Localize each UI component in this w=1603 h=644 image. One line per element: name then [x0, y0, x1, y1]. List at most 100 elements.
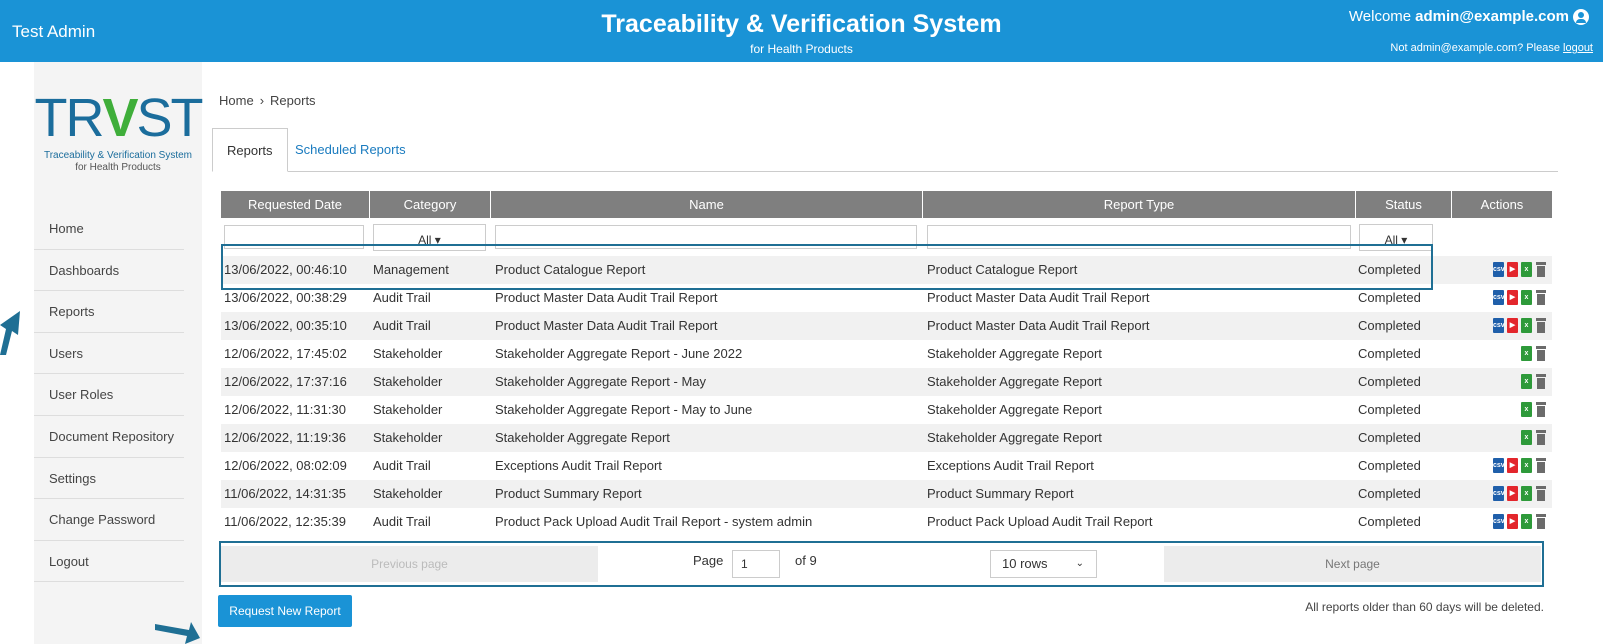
excel-download-icon[interactable]: x — [1521, 346, 1532, 361]
cell-category: Stakeholder — [373, 430, 443, 445]
csv-download-icon[interactable]: csv — [1493, 486, 1505, 501]
breadcrumb-current: Reports — [270, 93, 316, 108]
cell-category: Audit Trail — [373, 458, 431, 473]
excel-download-icon[interactable]: x — [1521, 486, 1532, 501]
excel-download-icon[interactable]: x — [1521, 374, 1532, 389]
not-user-prefix: Not admin@example.com? Please — [1390, 42, 1560, 54]
excel-download-icon[interactable]: x — [1521, 430, 1532, 445]
request-new-report-button[interactable]: Request New Report — [218, 595, 352, 627]
excel-download-icon[interactable]: x — [1521, 402, 1532, 417]
pdf-download-icon[interactable]: ▶ — [1507, 514, 1518, 529]
delete-trash-icon[interactable] — [1535, 346, 1547, 361]
cell-status: Completed — [1358, 262, 1421, 277]
delete-trash-icon[interactable] — [1535, 318, 1547, 333]
sidebar-item-reports[interactable]: Reports — [34, 291, 184, 333]
pdf-download-icon[interactable]: ▶ — [1507, 262, 1518, 277]
csv-download-icon[interactable]: csv — [1493, 262, 1505, 277]
csv-download-icon[interactable]: csv — [1493, 514, 1505, 529]
cell-report-type: Product Master Data Audit Trail Report — [927, 290, 1150, 305]
delete-trash-icon[interactable] — [1535, 486, 1547, 501]
row-actions: csv ▶ x — [1461, 458, 1547, 473]
column-header-status[interactable]: Status — [1356, 191, 1451, 218]
pdf-download-icon[interactable]: ▶ — [1507, 290, 1518, 305]
filter-row: All ▾ All ▾ — [221, 218, 1552, 256]
column-header-report-type[interactable]: Report Type — [923, 191, 1355, 218]
top-header-bar: Test Admin Traceability & Verification S… — [0, 0, 1603, 62]
delete-trash-icon[interactable] — [1535, 514, 1547, 529]
sidebar-item-settings[interactable]: Settings — [34, 458, 184, 500]
cell-requested-date: 12/06/2022, 17:37:16 — [224, 374, 347, 389]
excel-download-icon[interactable]: x — [1521, 290, 1532, 305]
row-actions: x — [1461, 374, 1547, 389]
csv-download-icon[interactable]: csv — [1493, 458, 1505, 473]
sidebar-item-home[interactable]: Home — [34, 208, 184, 250]
delete-trash-icon[interactable] — [1535, 458, 1547, 473]
delete-trash-icon[interactable] — [1535, 430, 1547, 445]
delete-trash-icon[interactable] — [1535, 374, 1547, 389]
pdf-download-icon[interactable]: ▶ — [1507, 318, 1518, 333]
cell-status: Completed — [1358, 430, 1421, 445]
status-filter-select[interactable]: All ▾ — [1359, 224, 1433, 251]
user-icon[interactable] — [1573, 8, 1589, 25]
cell-status: Completed — [1358, 318, 1421, 333]
rows-per-page-select[interactable]: 10 rows ⌄ — [990, 550, 1097, 578]
welcome-prefix: Welcome — [1348, 8, 1412, 25]
logout-link[interactable]: logout — [1563, 42, 1593, 54]
column-header-category[interactable]: Category — [370, 191, 490, 218]
previous-page-button[interactable]: Previous page — [221, 546, 598, 582]
date-filter-input[interactable] — [224, 225, 364, 249]
page-number-input[interactable]: 1 — [732, 550, 780, 578]
sidebar-item-user-roles[interactable]: User Roles — [34, 374, 184, 416]
sidebar-item-document-repository[interactable]: Document Repository — [34, 416, 184, 458]
cell-report-type: Stakeholder Aggregate Report — [927, 402, 1102, 417]
chevron-down-icon: ⌄ — [1075, 558, 1084, 569]
category-filter-select[interactable]: All ▾ — [373, 224, 486, 251]
tab-scheduled-reports[interactable]: Scheduled Reports — [281, 128, 420, 172]
sidebar-item-dashboards[interactable]: Dashboards — [34, 250, 184, 292]
logo-tagline-sub: for Health Products — [75, 162, 161, 173]
cell-name: Product Pack Upload Audit Trail Report -… — [495, 514, 813, 529]
next-page-button[interactable]: Next page — [1164, 546, 1541, 582]
sidebar-item-logout[interactable]: Logout — [34, 541, 184, 583]
table-row: 12/06/2022, 17:45:02 Stakeholder Stakehold… — [221, 340, 1552, 368]
cell-name: Product Master Data Audit Trail Report — [495, 318, 718, 333]
delete-trash-icon[interactable] — [1535, 290, 1547, 305]
delete-trash-icon[interactable] — [1535, 262, 1547, 277]
welcome-user: admin@example.com — [1415, 8, 1569, 25]
rows-per-page-value: 10 rows — [1002, 556, 1048, 571]
cell-requested-date: 12/06/2022, 11:31:30 — [224, 402, 346, 417]
cell-category: Stakeholder — [373, 374, 443, 389]
pdf-download-icon[interactable]: ▶ — [1507, 486, 1518, 501]
sidebar-item-change-password[interactable]: Change Password — [34, 499, 184, 541]
pdf-download-icon[interactable]: ▶ — [1507, 458, 1518, 473]
excel-download-icon[interactable]: x — [1521, 514, 1532, 529]
cell-status: Completed — [1358, 514, 1421, 529]
sidebar-item-users[interactable]: Users — [34, 333, 184, 375]
tab-reports[interactable]: Reports — [212, 128, 288, 172]
column-header-name[interactable]: Name — [491, 191, 922, 218]
table-row: 12/06/2022, 08:02:09 Audit Trail Exception… — [221, 452, 1552, 480]
row-actions: csv ▶ x — [1461, 262, 1547, 277]
excel-download-icon[interactable]: x — [1521, 318, 1532, 333]
name-filter-input[interactable] — [495, 225, 917, 249]
csv-download-icon[interactable]: csv — [1493, 318, 1505, 333]
csv-download-icon[interactable]: csv — [1493, 290, 1505, 305]
cell-name: Stakeholder Aggregate Report - May — [495, 374, 707, 389]
column-header-requested-date[interactable]: Requested Date — [221, 191, 369, 218]
cell-name: Stakeholder Aggregate Report - June 2022 — [495, 346, 743, 361]
not-user-text: Not admin@example.com? Please logout — [1390, 42, 1593, 54]
cell-requested-date: 13/06/2022, 00:38:29 — [224, 290, 347, 305]
excel-download-icon[interactable]: x — [1521, 458, 1532, 473]
breadcrumb-separator: › — [259, 93, 265, 108]
excel-download-icon[interactable]: x — [1521, 262, 1532, 277]
table-row: 11/06/2022, 12:35:39 Audit Trail Product P… — [221, 508, 1552, 536]
cell-report-type: Product Summary Report — [927, 486, 1074, 501]
cell-requested-date: 11/06/2022, 14:31:35 — [224, 486, 346, 501]
system-subtitle: for Health Products — [750, 42, 853, 56]
breadcrumb-home[interactable]: Home — [219, 93, 254, 108]
report-type-filter-input[interactable] — [927, 225, 1351, 249]
pagination-bar: Previous page Page 1 of 9 10 rows ⌄ Next … — [221, 542, 1552, 586]
delete-trash-icon[interactable] — [1535, 402, 1547, 417]
cell-requested-date: 12/06/2022, 17:45:02 — [224, 346, 347, 361]
column-header-actions: Actions — [1452, 191, 1552, 218]
